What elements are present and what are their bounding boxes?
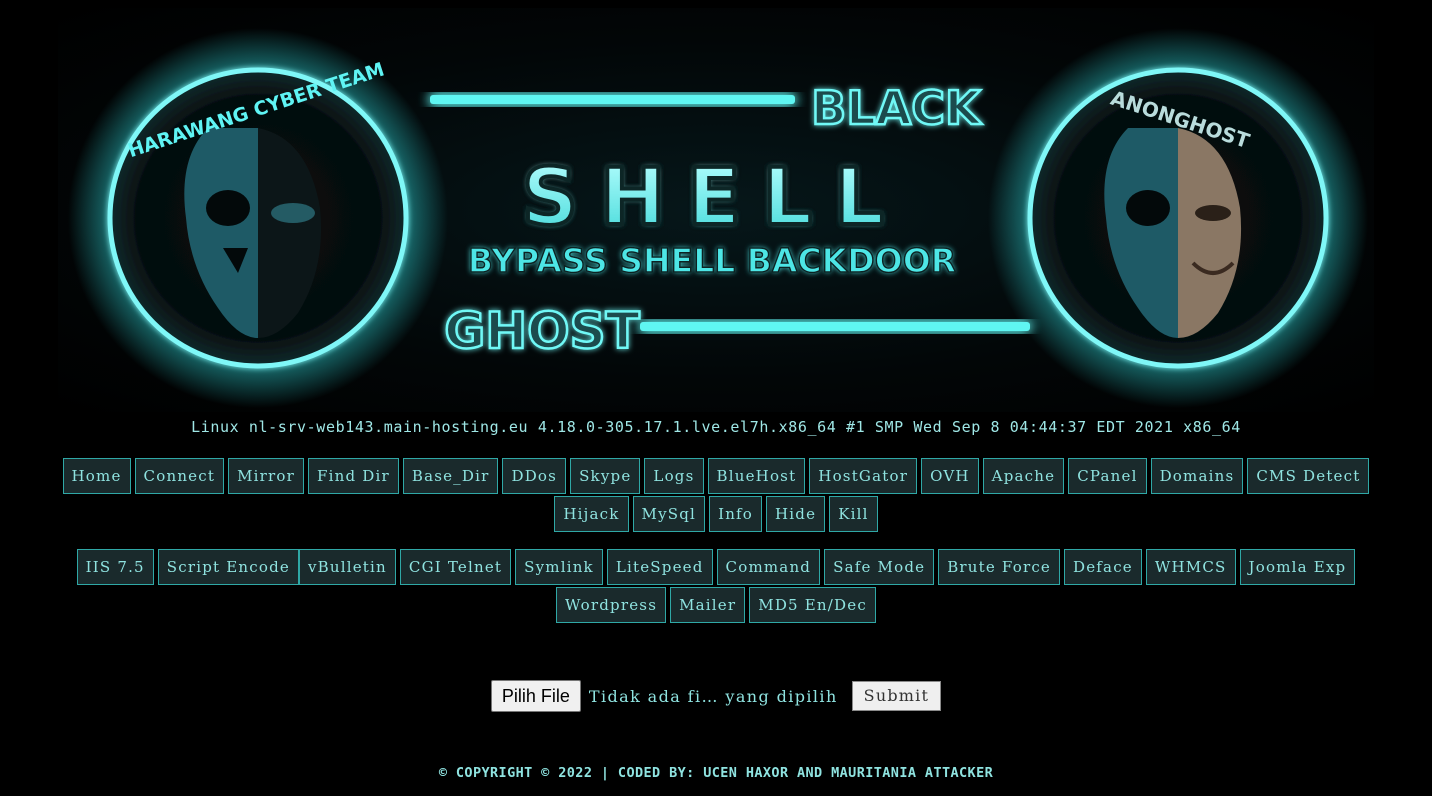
menu-mailer-button[interactable]: Mailer xyxy=(670,587,746,623)
top-glow-line xyxy=(430,95,795,104)
choose-file-button[interactable]: Pilih File xyxy=(490,680,581,712)
banner-word-shell: SHELL xyxy=(522,153,906,243)
upload-form: Pilih File Tidak ada fi… yang dipilih Su… xyxy=(0,680,1432,712)
menu-vbulletin-button[interactable]: vBulletin xyxy=(298,549,396,585)
menu-connect-button[interactable]: Connect xyxy=(134,458,225,494)
menu-kill-button[interactable]: Kill xyxy=(829,496,878,532)
menu-md5-button[interactable]: MD5 En/Dec xyxy=(749,587,876,623)
menu-logs-button[interactable]: Logs xyxy=(644,458,704,494)
menu-command-button[interactable]: Command xyxy=(716,549,821,585)
menu-mirror-button[interactable]: Mirror xyxy=(228,458,304,494)
menu-joomla-exp-button[interactable]: Joomla Exp xyxy=(1239,549,1356,585)
menu-safe-mode-button[interactable]: Safe Mode xyxy=(824,549,935,585)
menu-brute-force-button[interactable]: Brute Force xyxy=(938,549,1060,585)
menu-info-button[interactable]: Info xyxy=(709,496,763,532)
menu-hide-button[interactable]: Hide xyxy=(766,496,826,532)
menu-wordpress-button[interactable]: Wordpress xyxy=(556,587,667,623)
menu-whmcs-button[interactable]: WHMCS xyxy=(1145,549,1236,585)
banner-word-black: BLACK xyxy=(811,81,983,135)
system-info: Linux nl-srv-web143.main-hosting.eu 4.18… xyxy=(191,418,1241,436)
menu-apache-button[interactable]: Apache xyxy=(982,458,1065,494)
menu-iis-button[interactable]: IIS 7.5 xyxy=(76,549,154,585)
menu-deface-button[interactable]: Deface xyxy=(1064,549,1142,585)
menu-symlink-button[interactable]: Symlink xyxy=(515,549,603,585)
menu-skype-button[interactable]: Skype xyxy=(570,458,641,494)
menu-base-dir-button[interactable]: Base_Dir xyxy=(402,458,499,494)
menu-ddos-button[interactable]: DDos xyxy=(502,458,567,494)
menu-bluehost-button[interactable]: BlueHost xyxy=(707,458,806,494)
tool-menu-primary: Home Connect Mirror Find Dir Base_Dir DD… xyxy=(30,458,1402,532)
menu-find-dir-button[interactable]: Find Dir xyxy=(308,458,399,494)
file-status-text: Tidak ada fi… yang dipilih xyxy=(588,686,838,706)
menu-home-button[interactable]: Home xyxy=(62,458,131,494)
menu-domains-button[interactable]: Domains xyxy=(1150,458,1244,494)
menu-cgi-telnet-button[interactable]: CGI Telnet xyxy=(399,549,512,585)
tool-menu-secondary: IIS 7.5 Script Encode vBulletin CGI Teln… xyxy=(30,549,1402,623)
menu-cpanel-button[interactable]: CPanel xyxy=(1068,458,1147,494)
right-mask-emblem: ANONGHOST xyxy=(988,28,1368,408)
menu-hijack-button[interactable]: Hijack xyxy=(554,496,629,532)
menu-mysql-button[interactable]: MySql xyxy=(632,496,706,532)
submit-button[interactable]: Submit xyxy=(851,681,942,711)
bottom-glow-line xyxy=(640,322,1030,331)
menu-script-encode-button[interactable]: Script Encode xyxy=(157,549,299,585)
banner-image: HARAWANG CYBER TEAM ANONGHOST BLACK SHEL… xyxy=(58,8,1374,412)
menu-hostgator-button[interactable]: HostGator xyxy=(809,458,918,494)
left-skull-emblem: HARAWANG CYBER TEAM xyxy=(68,28,448,408)
menu-ovh-button[interactable]: OVH xyxy=(921,458,979,494)
banner-subtitle: BYPASS SHELL BACKDOOR xyxy=(468,241,956,280)
menu-cms-detect-button[interactable]: CMS Detect xyxy=(1247,458,1370,494)
footer-copyright: © COPYRIGHT © 2022 | CODED BY: UCEN HAXO… xyxy=(438,765,994,781)
menu-litespeed-button[interactable]: LiteSpeed xyxy=(606,549,713,585)
page: HARAWANG CYBER TEAM ANONGHOST BLACK SHEL… xyxy=(0,0,1432,796)
banner-graphic: HARAWANG CYBER TEAM ANONGHOST BLACK SHEL… xyxy=(68,28,1368,408)
banner-word-ghost: GHOST xyxy=(444,302,640,360)
